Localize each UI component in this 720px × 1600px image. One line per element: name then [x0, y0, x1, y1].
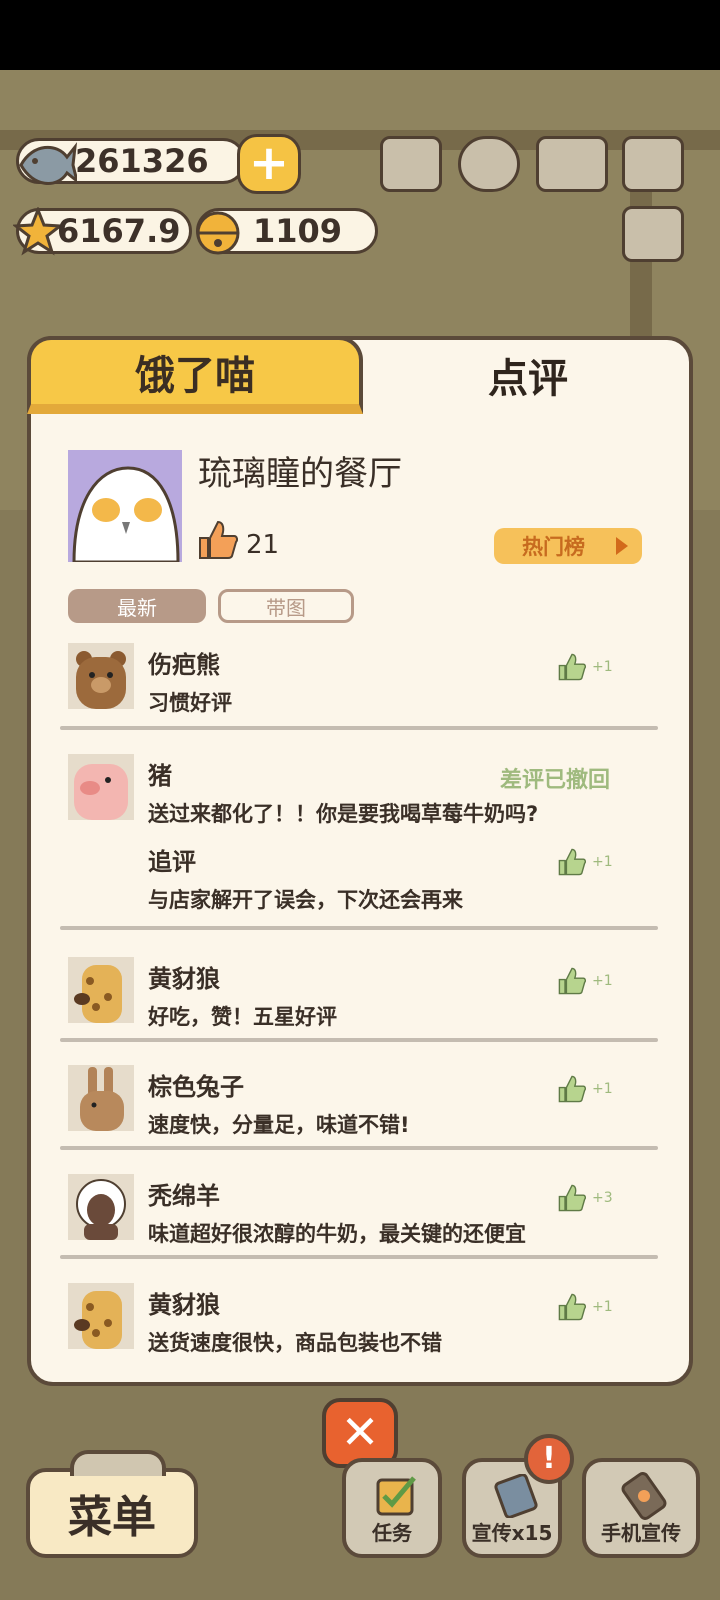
- gear-icon[interactable]: [458, 136, 520, 192]
- thumbs-up-icon: [558, 1184, 586, 1212]
- thumbs-up-icon: [558, 967, 586, 995]
- thumbs-up-icon: [199, 520, 238, 559]
- tab-hungry-meow[interactable]: 饿了喵: [27, 336, 363, 414]
- review-item: 黄豺狼 送货速度很快，商品包装也不错 +1: [68, 1283, 658, 1355]
- status-bar: [0, 0, 720, 70]
- like-button[interactable]: +1: [558, 1073, 630, 1105]
- tasks-label: 任务: [372, 1521, 412, 1545]
- review-text: 速度快，分量足，味道不错!: [148, 1113, 410, 1137]
- like-count: +1: [592, 854, 613, 870]
- filter-latest[interactable]: 最新: [68, 589, 206, 623]
- followup-label: 追评: [148, 848, 196, 876]
- star-count: 6167.9: [57, 212, 181, 250]
- like-count: +1: [592, 1081, 613, 1097]
- rabbit-avatar: [68, 1065, 134, 1131]
- owl-icon: [72, 466, 180, 562]
- pig-avatar: [68, 754, 134, 820]
- reviewer-name: 黄豺狼: [148, 1291, 220, 1319]
- thumbs-up-icon: [558, 848, 586, 876]
- like-button[interactable]: +3: [558, 1182, 630, 1214]
- divider: [60, 926, 658, 930]
- promo-label: 宣传x15: [471, 1521, 553, 1545]
- flyer-icon: [494, 1474, 538, 1518]
- hyena-avatar: [68, 957, 134, 1023]
- bell-counter: 1109: [196, 208, 378, 255]
- star-icon: [13, 207, 63, 256]
- likes-count: 21: [246, 530, 280, 560]
- reviewer-name: 伤疤熊: [148, 651, 220, 679]
- arrow-right-icon: [616, 537, 628, 555]
- like-count: +1: [592, 973, 613, 989]
- review-item: 黄豺狼 好吃，赞！五星好评 +1: [68, 957, 658, 1029]
- newspaper-icon[interactable]: [622, 206, 684, 262]
- bell-icon: [196, 211, 240, 255]
- reviewer-name: 黄豺狼: [148, 965, 220, 993]
- menu-button[interactable]: 菜单: [26, 1450, 198, 1558]
- review-text: 送货速度很快，商品包装也不错: [148, 1331, 442, 1355]
- like-count: +1: [592, 659, 613, 675]
- fish-count: 261326: [75, 142, 209, 180]
- review-text: 好吃，赞！五星好评: [148, 1005, 337, 1029]
- fish-counter: 261326: [16, 138, 246, 185]
- reviewer-name: 猪: [148, 762, 172, 790]
- ranking-icon[interactable]: [380, 136, 442, 192]
- add-fish-button[interactable]: +: [237, 134, 301, 194]
- review-text: 味道超好很浓醇的牛奶，最关键的还便宜: [148, 1222, 526, 1246]
- checklist-icon: [376, 1476, 416, 1516]
- hot-list-button[interactable]: 热门榜: [494, 528, 642, 564]
- like-button[interactable]: +1: [558, 651, 630, 683]
- alert-badge: !: [524, 1434, 574, 1484]
- thumbs-up-icon: [558, 1293, 586, 1321]
- review-item: 猪 差评已撤回 送过来都化了！！你是要我喝草莓牛奶吗? 追评 +1 与店家解开了…: [68, 754, 658, 914]
- fish-icon: [19, 142, 77, 185]
- thumbs-up-icon: [558, 653, 586, 681]
- divider: [60, 726, 658, 730]
- phone-promo-label: 手机宣传: [601, 1521, 681, 1545]
- book-icon[interactable]: [536, 136, 608, 192]
- restaurant-name: 琉璃瞳的餐厅: [198, 454, 402, 494]
- reviewer-name: 棕色兔子: [148, 1073, 244, 1101]
- review-item: 棕色兔子 速度快，分量足，味道不错! +1: [68, 1065, 658, 1137]
- tasks-button[interactable]: 任务: [342, 1458, 442, 1558]
- bell-count: 1109: [253, 212, 343, 250]
- divider: [60, 1038, 658, 1042]
- like-button[interactable]: +1: [558, 1291, 630, 1323]
- review-text: 送过来都化了！！你是要我喝草莓牛奶吗?: [148, 802, 539, 826]
- like-button[interactable]: +1: [558, 846, 630, 878]
- hyena-avatar: [68, 1283, 134, 1349]
- review-text: 习惯好评: [148, 691, 232, 715]
- like-count: +1: [592, 1299, 613, 1315]
- review-item: 秃绵羊 味道超好很浓醇的牛奶，最关键的还便宜 +3: [68, 1174, 658, 1246]
- divider: [60, 1255, 658, 1259]
- filter-with-pics[interactable]: 带图: [218, 589, 354, 623]
- review-item: 伤疤熊 习惯好评 +1: [68, 643, 658, 715]
- bear-avatar: [68, 643, 134, 709]
- reviewer-name: 秃绵羊: [148, 1182, 220, 1210]
- like-count: +3: [592, 1190, 613, 1206]
- thumbs-up-icon: [558, 1075, 586, 1103]
- divider: [60, 1146, 658, 1150]
- tab-review[interactable]: 点评: [363, 336, 693, 414]
- star-counter: 6167.9: [13, 207, 192, 256]
- phone-promo-button[interactable]: 手机宣传: [582, 1458, 700, 1558]
- bad-review-retracted-label: 差评已撤回: [500, 768, 611, 793]
- followup-text: 与店家解开了误会，下次还会再来: [148, 888, 463, 912]
- phone-icon: [621, 1472, 667, 1520]
- sheep-avatar: [68, 1174, 134, 1240]
- restaurant-avatar: [68, 450, 182, 562]
- like-button[interactable]: +1: [558, 965, 630, 997]
- hot-list-label: 热门榜: [522, 535, 585, 559]
- camera-icon[interactable]: [622, 136, 684, 192]
